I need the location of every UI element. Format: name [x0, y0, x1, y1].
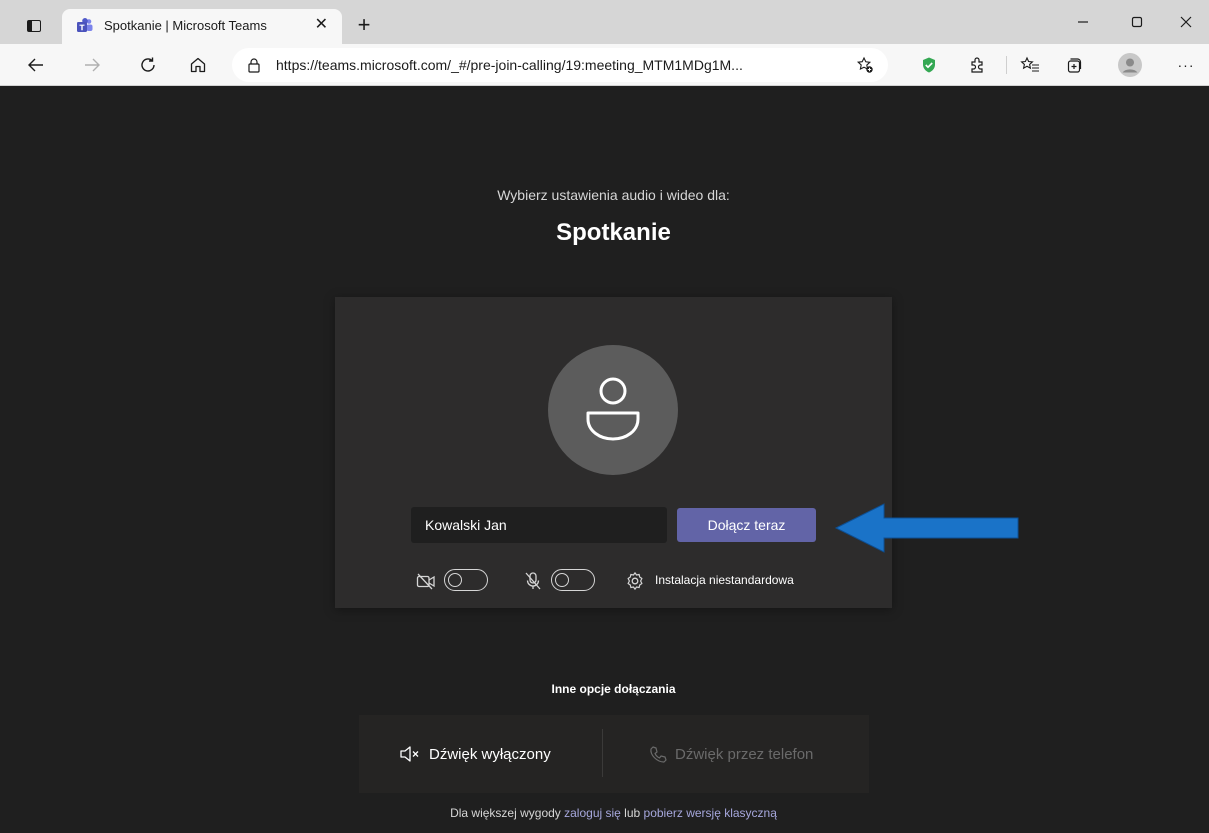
back-arrow-icon: [28, 58, 43, 72]
refresh-button[interactable]: [132, 49, 164, 81]
refresh-icon: [141, 57, 155, 72]
prejoin-card: Dołącz teraz Instalacja niestandardowa: [335, 297, 892, 608]
profile-button[interactable]: [1114, 49, 1146, 81]
collections-button[interactable]: [1058, 49, 1090, 81]
window-close-button[interactable]: [1163, 12, 1209, 36]
meeting-title: Spotkanie: [556, 219, 671, 246]
browser-tab-strip: Spotkanie | Microsoft Teams ✕ +: [0, 0, 1209, 44]
camera-toggle-knob: [448, 573, 462, 587]
camera-toggle[interactable]: [444, 569, 488, 591]
maximize-button[interactable]: [1114, 12, 1160, 36]
browser-tab-teams[interactable]: Spotkanie | Microsoft Teams ✕: [62, 9, 342, 44]
sign-in-link[interactable]: zaloguj się: [564, 806, 621, 820]
favorites-list-icon: [1020, 56, 1039, 72]
extensions-button[interactable]: [962, 49, 994, 81]
url-host: https://teams.microsoft.com/: [276, 57, 452, 73]
prejoin-subtitle: Wybierz ustawienia audio i wideo dla:: [497, 187, 730, 203]
extension-shield-button[interactable]: [913, 49, 945, 81]
audio-off-label: Dźwięk wyłączony: [429, 745, 551, 763]
address-bar[interactable]: https://teams.microsoft.com/_#/pre-join-…: [232, 48, 888, 82]
url-path: _#/pre-join-calling/19:meeting_MTM1MDg1M…: [451, 57, 743, 73]
add-favorite-icon[interactable]: [856, 56, 874, 74]
footer-prefix: Dla większej wygody: [450, 806, 565, 820]
tab-close-button[interactable]: ✕: [315, 16, 328, 34]
forward-arrow-icon: [85, 58, 100, 72]
home-button[interactable]: [182, 49, 214, 81]
toolbar-divider: [1006, 56, 1007, 74]
minimize-icon: [1078, 21, 1088, 23]
other-join-options-title: Inne opcje dołączania: [551, 682, 676, 696]
microphone-toggle[interactable]: [551, 569, 595, 591]
close-icon: [1180, 16, 1192, 28]
teams-icon: [77, 18, 93, 32]
microphone-toggle-knob: [555, 573, 569, 587]
home-icon: [190, 57, 206, 73]
teams-prejoin-page: Wybierz ustawienia audio i wideo dla: Sp…: [0, 87, 1209, 833]
collections-icon: [1067, 58, 1082, 73]
url-text: https://teams.microsoft.com/_#/pre-join-…: [276, 57, 743, 73]
phone-icon: [650, 746, 667, 763]
shield-check-icon: [923, 57, 935, 73]
user-avatar: [548, 345, 678, 475]
pointer-arrow-annotation: [834, 503, 1019, 553]
avatar-icon: [1118, 53, 1142, 77]
phone-audio-label: Dźwięk przez telefon: [675, 745, 814, 763]
footer-note: Dla większej wygody zaloguj się lub pobi…: [0, 806, 1209, 820]
other-join-options-panel: Dźwięk wyłączony Dźwięk przez telefon: [359, 715, 869, 793]
minimize-button[interactable]: [1060, 12, 1106, 36]
custom-setup-link[interactable]: Instalacja niestandardowa: [655, 573, 794, 587]
maximize-icon: [1131, 16, 1143, 28]
settings-gear-icon[interactable]: [625, 571, 645, 591]
forward-button[interactable]: [76, 49, 108, 81]
puzzle-icon: [971, 57, 983, 73]
join-now-button[interactable]: Dołącz teraz: [677, 508, 816, 542]
lock-icon[interactable]: [246, 57, 262, 73]
tab-actions-icon: [27, 20, 41, 32]
device-settings-row: Instalacja niestandardowa: [335, 567, 892, 597]
footer-middle: lub: [620, 806, 644, 820]
tab-title: Spotkanie | Microsoft Teams: [104, 18, 267, 33]
tab-actions-menu-button[interactable]: [18, 12, 54, 40]
back-button[interactable]: [20, 49, 52, 81]
speaker-off-icon: [400, 746, 419, 762]
browser-toolbar: https://teams.microsoft.com/_#/pre-join-…: [0, 44, 1209, 86]
camera-off-icon: [416, 573, 435, 590]
more-menu-button[interactable]: ···: [1170, 49, 1202, 81]
audio-off-option[interactable]: Dźwięk wyłączony: [399, 715, 551, 793]
phone-audio-option[interactable]: Dźwięk przez telefon: [649, 715, 813, 793]
display-name-input[interactable]: [411, 507, 667, 543]
favorites-button[interactable]: [1014, 49, 1046, 81]
microphone-off-icon: [525, 572, 541, 590]
new-tab-button[interactable]: +: [350, 14, 378, 40]
download-desktop-link[interactable]: pobierz wersję klasyczną: [644, 806, 777, 820]
options-divider: [602, 729, 603, 777]
person-icon: [586, 377, 640, 441]
